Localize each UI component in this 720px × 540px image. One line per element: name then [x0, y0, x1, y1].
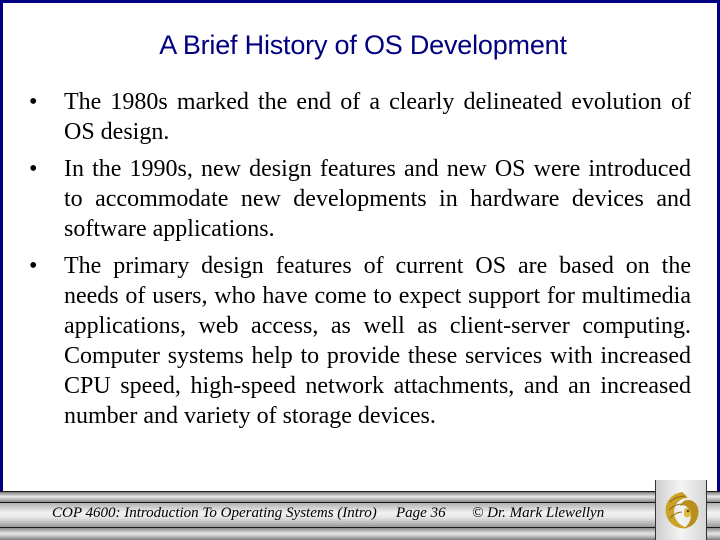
slide-frame: A Brief History of OS Development • The …	[0, 0, 720, 492]
footer-band-bottom	[0, 528, 720, 540]
bullet-item: • In the 1990s, new design features and …	[29, 154, 691, 244]
bullet-marker: •	[29, 253, 38, 279]
logo-box	[655, 480, 707, 540]
footer-band-top	[0, 491, 720, 503]
footer-copyright: © Dr. Mark Llewellyn	[472, 505, 605, 521]
bullet-item: • The primary design features of current…	[29, 251, 691, 431]
bullet-text: The 1980s marked the end of a clearly de…	[64, 89, 691, 145]
bullet-item: • The 1980s marked the end of a clearly …	[29, 87, 691, 147]
bullet-text: The primary design features of current O…	[64, 253, 691, 429]
bullet-marker: •	[29, 156, 38, 182]
bullet-list: • The 1980s marked the end of a clearly …	[29, 87, 691, 438]
bullet-marker: •	[29, 89, 38, 115]
slide-title: A Brief History of OS Development	[159, 30, 567, 60]
pegasus-logo-icon	[665, 492, 699, 529]
footer-course: COP 4600: Introduction To Operating Syst…	[52, 505, 377, 521]
footer-page-number: Page 36	[396, 505, 446, 521]
bullet-text: In the 1990s, new design features and ne…	[64, 156, 691, 242]
slide-footer: COP 4600: Introduction To Operating Syst…	[0, 480, 720, 540]
